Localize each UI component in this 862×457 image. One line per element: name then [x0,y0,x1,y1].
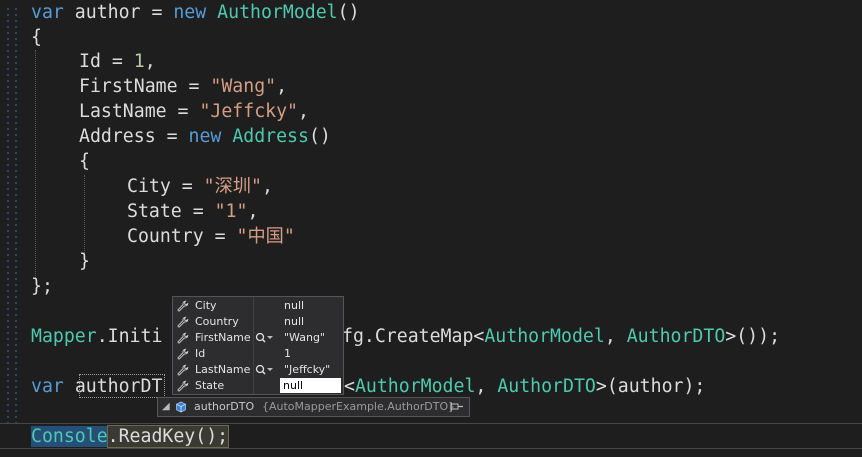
code-line-1: var author = new AuthorModel() [31,2,360,23]
wrench-icon [177,348,189,360]
highlighted-readkey[interactable]: .ReadKey(); [106,425,230,448]
datatip-row-state[interactable]: State null [173,378,343,394]
gutter-margin [4,6,18,426]
code-line-2: { [31,27,42,48]
code-line-5: LastName = "Jeffcky", [79,101,309,122]
datatip-row-firstname[interactable]: FirstName "Wang" [173,330,343,346]
code-line-15: Console.ReadKey(); [31,424,230,449]
datatip-panel: City null Country null FirstName "Wang" … [172,296,344,395]
text-visualizer-icon[interactable] [254,331,274,345]
wrench-icon [177,316,189,328]
code-line-13: Mapper.Initi [31,326,163,347]
datatip-row-lastname[interactable]: LastName "Jeffcky" [173,362,343,378]
code-line-4: FirstName = "Wang", [79,76,288,97]
code-line-13-tail: fg.CreateMap<AuthorModel, AuthorDTO>()); [342,326,781,347]
wrench-icon [177,364,189,376]
code-line-7: { [79,151,90,172]
object-cube-icon [176,401,186,413]
code-line-3: Id = 1, [79,51,156,72]
code-line-9: State = "1", [127,201,259,222]
datatip-row-city[interactable]: City null [173,298,343,314]
indent-guide [35,50,36,278]
code-line-10: Country = "中国" [127,226,295,247]
hover-highlight [79,374,165,398]
text-visualizer-icon[interactable] [254,363,274,377]
code-line-11: } [79,251,90,272]
wrench-icon [177,380,189,392]
indent-guide [84,175,85,253]
datatip-row-id[interactable]: Id 1 [173,346,343,362]
selected-console[interactable]: Console [31,426,108,447]
code-line-14-tail: <AuthorModel, AuthorDTO>(author); [344,376,706,397]
code-editor[interactable]: var author = new AuthorModel() { Id = 1,… [0,0,862,457]
code-line-12: }; [31,276,53,297]
collapse-arrow-icon[interactable]: ◢ [162,398,170,416]
code-line-6: Address = new Address() [79,126,331,147]
code-line-8: City = "深圳", [127,176,273,197]
pin-icon[interactable] [450,402,464,412]
wrench-icon [177,300,189,312]
wrench-icon [177,332,189,344]
datatip-row-country[interactable]: Country null [173,314,343,330]
state-value-editor[interactable]: null [280,378,341,393]
datatip-footer[interactable]: ◢ authorDTO {AutoMapperExample.AuthorDTO… [157,397,470,417]
